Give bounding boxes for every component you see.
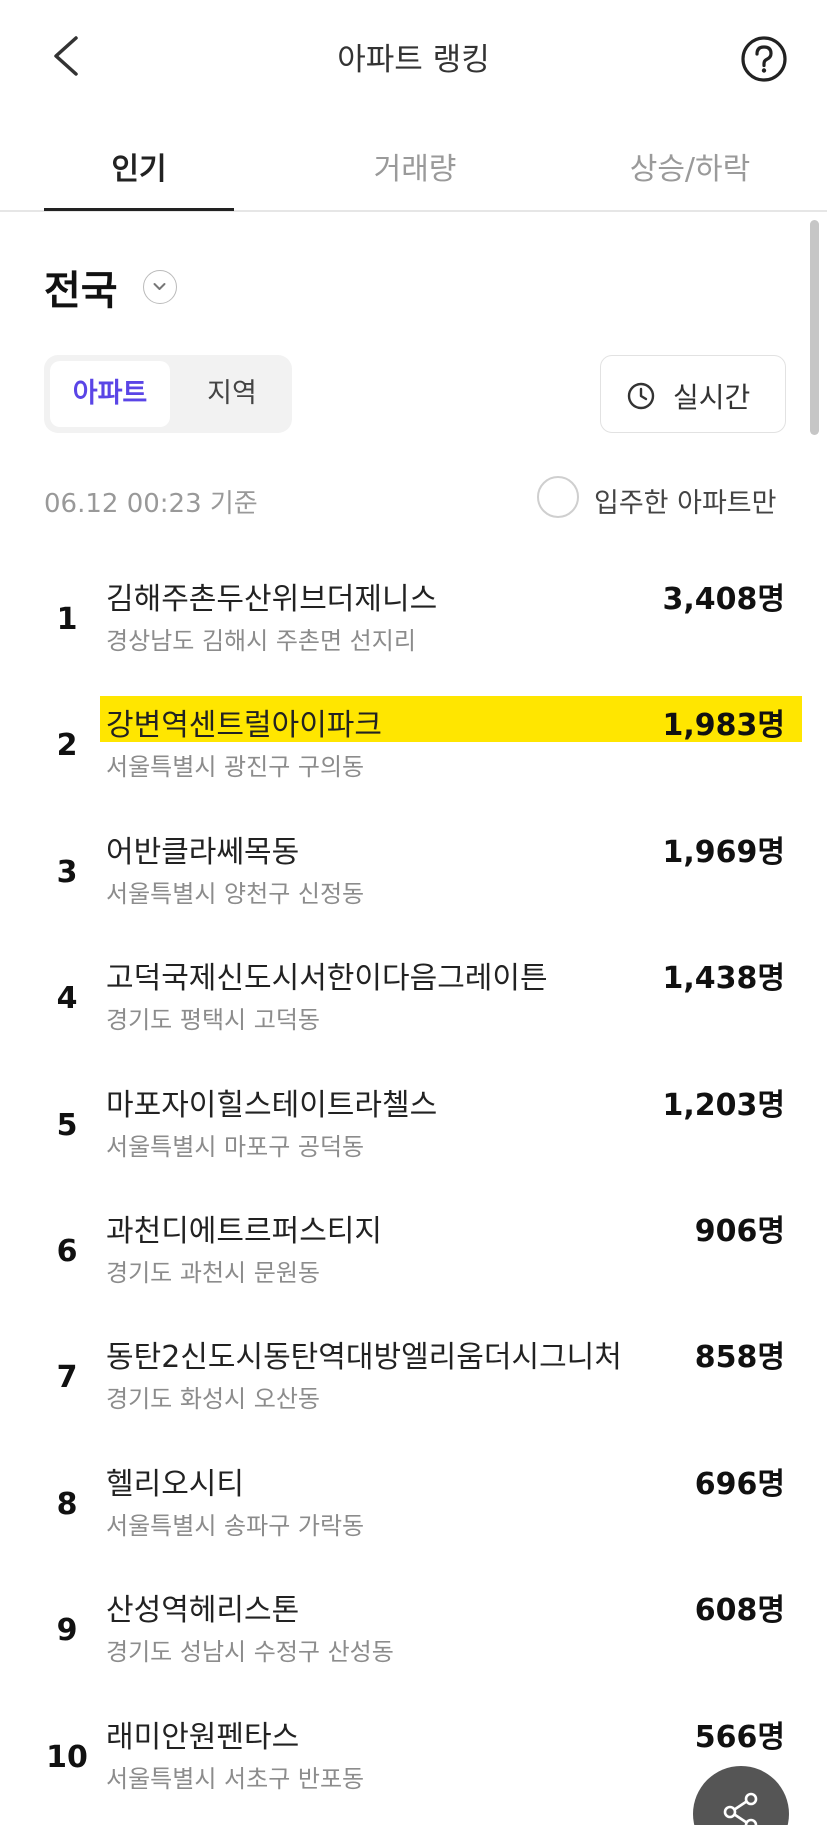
chevron-down-icon [153, 283, 166, 290]
apartment-address: 경상남도 김해시 주촌면 선지리 [106, 627, 416, 655]
viewer-count: 3,408명 [662, 582, 786, 617]
apartment-address: 경기도 평택시 고덕동 [106, 1006, 320, 1035]
viewer-count: 1,969명 [662, 834, 786, 870]
segment-region[interactable]: 지역 [182, 361, 282, 427]
apartment-address: 경기도 과천시 문원동 [106, 1259, 320, 1287]
data-timestamp: 06.12 00:23 기준 [44, 489, 258, 519]
apartment-name: 산성역헤리스톤 [106, 1593, 300, 1629]
header: 아파트 랭킹 [0, 0, 827, 110]
realtime-label: 실시간 [673, 381, 751, 414]
rank-number: 8 [56, 1486, 78, 1522]
apartment-address: 경기도 화성시 오산동 [106, 1385, 320, 1414]
ranking-row[interactable]: 1 김해주촌두산위브더제니스경상남도 김해시 주촌면 선지리 3,408명 [0, 568, 827, 694]
moved-in-only-label[interactable]: 입주한 아파트만 [594, 481, 776, 520]
ranking-row[interactable]: 3 어반클라쎄목동서울특별시 양천구 신정동 1,969명 [0, 821, 827, 947]
tab-indicator [44, 208, 234, 211]
apartment-name: 고덕국제신도시서한이다음그레이튼 [106, 961, 548, 997]
apartment-address: 서울특별시 마포구 공덕동 [106, 1132, 365, 1161]
help-button[interactable] [740, 35, 788, 83]
region-dropdown-toggle[interactable] [143, 270, 177, 304]
viewer-count: 1,203명 [662, 1087, 786, 1123]
apartment-address: 서울특별시 서초구 반포동 [106, 1764, 365, 1793]
ranking-row[interactable]: 2 강변역센트럴아이파크서울특별시 광진구 구의동 1,983명 [0, 694, 827, 820]
question-circle-icon [741, 36, 787, 82]
apartment-name: 과천디에트르퍼스티지 [106, 1214, 382, 1249]
tab-volume[interactable]: 거래량 [320, 144, 510, 188]
rank-number: 5 [56, 1107, 78, 1143]
rank-number: 10 [46, 1739, 88, 1775]
apartment-name: 어반클라쎄목동 [106, 834, 300, 870]
apartment-name: 마포자이힐스테이트라첼스 [106, 1087, 438, 1123]
ranking-tabs: 인기 거래량 상승/하락 [0, 128, 827, 212]
rank-number: 3 [56, 854, 78, 890]
viewer-count: 608명 [694, 1593, 785, 1629]
scrollbar[interactable] [810, 220, 819, 435]
ranking-row[interactable]: 5 마포자이힐스테이트라첼스서울특별시 마포구 공덕동 1,203명 [0, 1074, 827, 1200]
page-title: 아파트 랭킹 [337, 42, 490, 78]
ranking-row[interactable]: 4 고덕국제신도시서한이다음그레이튼경기도 평택시 고덕동 1,438명 [0, 947, 827, 1073]
viewer-count: 566명 [694, 1719, 785, 1755]
tab-rise-fall[interactable]: 상승/하락 [590, 144, 790, 188]
rank-number: 1 [56, 602, 78, 637]
apartment-address: 서울특별시 송파구 가락동 [106, 1511, 365, 1540]
viewer-count: 1,438명 [662, 961, 786, 997]
viewer-count: 906명 [694, 1214, 785, 1249]
apartment-name: 김해주촌두산위브더제니스 [106, 582, 438, 617]
realtime-button[interactable]: 실시간 [600, 355, 786, 433]
viewer-count: 696명 [694, 1466, 785, 1502]
ranking-row[interactable]: 7 동탄2신도시동탄역대방엘리움더시그니처경기도 화성시 오산동 858명 [0, 1326, 827, 1452]
apartment-name: 래미안원펜타스 [106, 1719, 300, 1755]
share-icon [723, 1792, 758, 1825]
apartment-name: 헬리오시티 [106, 1466, 244, 1502]
moved-in-only-radio[interactable] [537, 476, 579, 518]
segment-apartment[interactable]: 아파트 [50, 361, 170, 427]
apartment-name: 동탄2신도시동탄역대방엘리움더시그니처 [106, 1340, 622, 1376]
apartment-name: 강변역센트럴아이파크 [106, 708, 382, 744]
rank-number: 2 [56, 728, 78, 764]
ranking-row[interactable]: 8 헬리오시티서울특별시 송파구 가락동 696명 [0, 1453, 827, 1579]
viewer-count: 858명 [694, 1340, 785, 1376]
type-segment-control: 아파트 지역 [44, 355, 292, 433]
apartment-address: 서울특별시 양천구 신정동 [106, 879, 365, 908]
rank-number: 9 [56, 1613, 78, 1649]
apartment-address: 서울특별시 광진구 구의동 [106, 753, 365, 782]
tab-popular[interactable]: 인기 [44, 144, 234, 188]
apartment-address: 경기도 성남시 수정구 산성동 [106, 1638, 394, 1667]
rank-number: 7 [56, 1360, 78, 1396]
clock-icon [627, 382, 655, 410]
rank-number: 6 [56, 1234, 78, 1269]
rank-number: 4 [56, 981, 78, 1017]
viewer-count: 1,983명 [662, 708, 786, 744]
ranking-row[interactable]: 6 과천디에트르퍼스티지경기도 과천시 문원동 906명 [0, 1200, 827, 1326]
ranking-row[interactable]: 9 산성역헤리스톤경기도 성남시 수정구 산성동 608명 [0, 1579, 827, 1705]
region-label[interactable]: 전국 [44, 258, 118, 316]
